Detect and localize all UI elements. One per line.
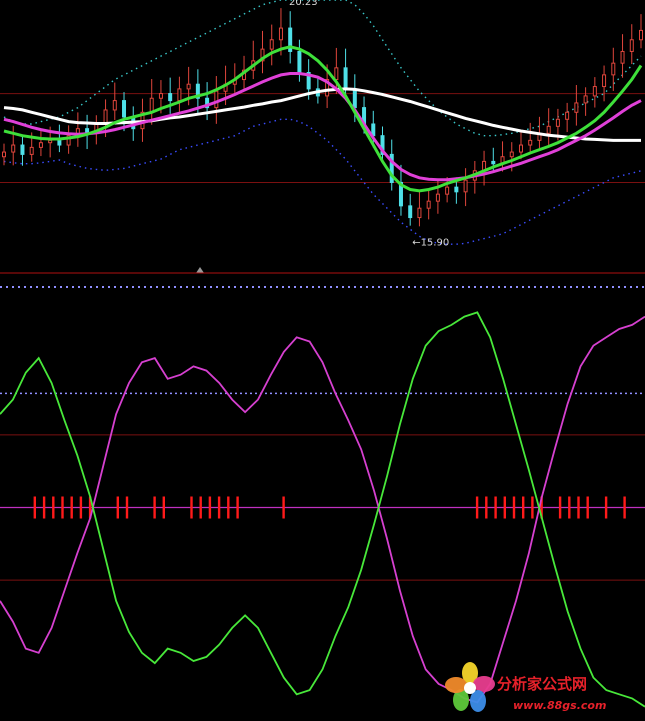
signal-bar [586, 496, 589, 519]
signal-bar [125, 496, 129, 519]
candle-body [11, 144, 16, 153]
candle-body [122, 100, 127, 118]
candle-body [583, 95, 588, 104]
candle-body [214, 90, 219, 109]
candle-body [57, 139, 62, 146]
signal-bar [503, 496, 506, 519]
signal-bar [70, 496, 73, 519]
signal-bar [227, 496, 230, 519]
stock-chart: 20.23 ←15.90 分析家公式网 www.88gs.com [0, 0, 645, 721]
candle-body [177, 88, 182, 102]
candle-body [343, 67, 348, 90]
signal-bar [558, 496, 562, 519]
signal-bar [61, 496, 64, 519]
candle-body [611, 62, 616, 76]
signal-bar [577, 496, 580, 519]
signal-bar [199, 496, 202, 519]
signal-bar [568, 496, 571, 519]
candle-body [639, 29, 643, 41]
candle-body [426, 200, 431, 209]
candle-body [186, 83, 191, 90]
candle-body [445, 186, 450, 195]
candle-body [592, 86, 597, 97]
candle-body [20, 144, 25, 155]
signal-bar [485, 496, 488, 519]
high-price-label: 20.23 [289, 0, 318, 8]
candle-body [158, 93, 163, 99]
candle-body [103, 109, 108, 125]
signal-bar [52, 496, 55, 519]
signal-bar [236, 496, 239, 519]
signal-bar [116, 496, 119, 519]
signal-bar [208, 496, 212, 519]
candle-body [334, 67, 339, 81]
candle-body [269, 39, 274, 50]
candle-body [454, 186, 459, 193]
candle-body [29, 146, 34, 155]
candle-body [2, 151, 6, 158]
candle-body [435, 193, 440, 202]
signal-bar [153, 496, 156, 519]
candle-body [565, 111, 570, 120]
watermark-url: www.88gs.com [513, 699, 606, 712]
signal-bar [475, 496, 479, 519]
candle-body [278, 27, 283, 41]
candle-body [417, 207, 422, 219]
chart-background [0, 0, 645, 721]
watermark-site-name: 分析家公式网 [497, 675, 587, 693]
candle-body [38, 142, 43, 148]
signal-bar [522, 496, 525, 519]
candle-body [149, 97, 154, 113]
candle-body [574, 102, 579, 113]
signal-bar [33, 496, 36, 519]
candle-body [620, 50, 625, 64]
candle-body [408, 205, 413, 219]
candle-body [518, 144, 523, 153]
candle-body [112, 100, 117, 111]
signal-bar [604, 496, 608, 519]
candle-body [555, 118, 560, 127]
signal-bar [162, 496, 165, 519]
signal-bar [190, 496, 193, 519]
candle-body [629, 39, 634, 52]
candle-body [491, 160, 496, 165]
low-price-label: ←15.90 [412, 238, 449, 249]
candle-body [602, 74, 607, 88]
candle-body [509, 151, 514, 158]
candle-body [352, 88, 357, 109]
signal-bar [42, 496, 46, 519]
candle-body [168, 93, 173, 102]
signal-bar [623, 496, 626, 519]
candle-body [463, 179, 468, 193]
candle-body [297, 50, 302, 74]
candle-body [48, 139, 53, 144]
signal-bar [282, 496, 285, 519]
signal-bar [512, 496, 516, 519]
signal-bar [217, 496, 221, 519]
candle-body [546, 125, 551, 134]
candle-body [528, 139, 533, 146]
signal-bar [79, 496, 83, 519]
signal-bar [494, 496, 497, 519]
signal-bar [531, 496, 534, 519]
